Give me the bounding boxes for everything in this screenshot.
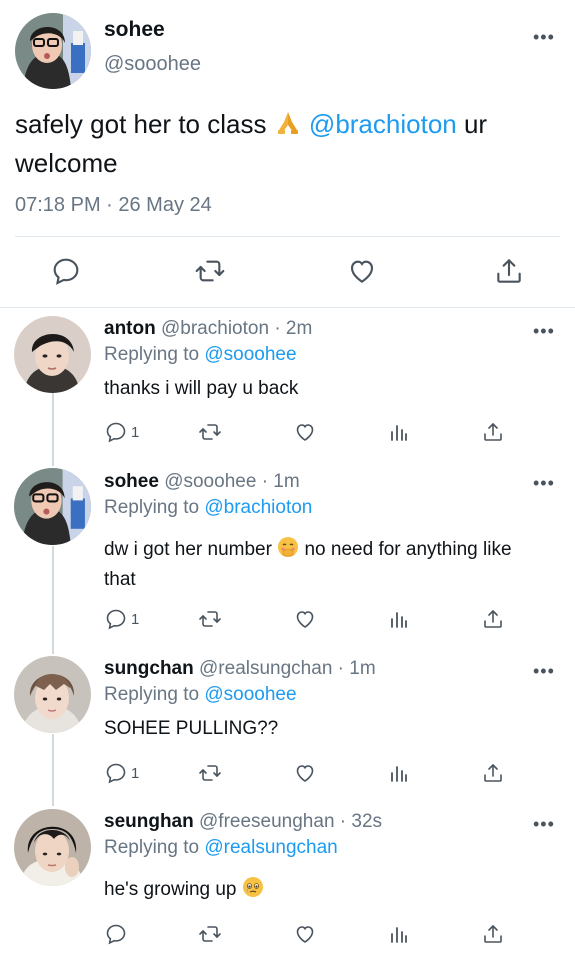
main-tweet: sohee @sooohee ••• safely got her to cla… — [0, 0, 575, 308]
replying-to: Replying to @realsungchan — [104, 837, 338, 859]
reply-time: · 1m — [337, 658, 376, 679]
replying-to-link[interactable]: @brachioton — [204, 497, 312, 518]
author-handle[interactable]: @freeseunghan — [199, 811, 335, 832]
tweet-timestamp[interactable]: 07:18 PM · 26 May 24 — [15, 194, 212, 217]
author-handle[interactable]: @brachioton — [161, 318, 269, 339]
divider — [15, 236, 560, 237]
tweet-text-part: safely got her to class — [15, 109, 274, 139]
author-name[interactable]: sohee — [104, 18, 165, 42]
reply-icon — [106, 422, 126, 443]
reply-time: · 1m — [261, 471, 300, 492]
avatar-image — [15, 13, 91, 89]
share-icon[interactable] — [481, 419, 505, 445]
share-icon[interactable] — [481, 606, 505, 632]
reply-button[interactable]: 1 — [104, 760, 139, 786]
reply-count: 1 — [131, 423, 140, 441]
reply-tweet: sohee @sooohee · 1m ••• Replying to @bra… — [0, 466, 575, 646]
avatar-image — [14, 656, 91, 733]
analytics-icon[interactable] — [387, 921, 411, 947]
avatar[interactable] — [14, 468, 91, 545]
more-options-icon[interactable]: ••• — [533, 322, 555, 340]
reply-header: anton @brachioton · 2m — [104, 318, 312, 340]
author-handle[interactable]: @realsungchan — [199, 658, 332, 679]
reply-header: seunghan @freeseunghan · 32s — [104, 811, 382, 833]
reply-text: thanks i will pay u back — [104, 378, 299, 399]
reply-text-part: dw i got her number — [104, 539, 278, 560]
tweet-text: safely got her to class @brachioton ur w… — [15, 106, 560, 181]
reply-button[interactable]: 1 — [104, 606, 139, 632]
author-name[interactable]: seunghan — [104, 811, 194, 832]
author-name[interactable]: sungchan — [104, 658, 194, 679]
analytics-icon[interactable] — [387, 760, 411, 786]
analytics-icon[interactable] — [387, 419, 411, 445]
retweet-icon[interactable] — [194, 255, 226, 287]
analytics-icon[interactable] — [387, 606, 411, 632]
reply-icon — [106, 609, 126, 630]
reply-text: dw i got her number no need for anything… — [104, 536, 544, 593]
face-holding-back-tears-emoji-icon — [242, 876, 264, 906]
like-icon[interactable] — [293, 419, 317, 445]
reply-time: · 2m — [274, 318, 313, 339]
reply-count: 1 — [131, 610, 140, 628]
reply-icon[interactable] — [50, 255, 82, 287]
replying-to: Replying to @sooohee — [104, 684, 297, 706]
reply-tweet: sungchan @realsungchan · 1m ••• Replying… — [0, 654, 575, 799]
mention-link[interactable]: @brachioton — [309, 109, 457, 139]
like-icon[interactable] — [346, 255, 378, 287]
retweet-icon[interactable] — [198, 760, 222, 786]
retweet-icon[interactable] — [198, 606, 222, 632]
reply-count: 1 — [131, 764, 140, 782]
reply-tweet: anton @brachioton · 2m ••• Replying to @… — [0, 314, 575, 459]
avatar-image — [14, 809, 91, 886]
avatar[interactable] — [14, 316, 91, 393]
share-icon[interactable] — [481, 921, 505, 947]
more-options-icon[interactable]: ••• — [533, 28, 555, 46]
share-icon[interactable] — [493, 255, 525, 287]
replying-to-label: Replying to — [104, 837, 200, 858]
reply-button[interactable]: 1 — [104, 419, 139, 445]
replying-to: Replying to @sooohee — [104, 344, 297, 366]
replying-to-label: Replying to — [104, 344, 200, 365]
replying-to-link[interactable]: @realsungchan — [204, 837, 337, 858]
author-handle[interactable]: @sooohee — [104, 53, 201, 76]
replying-to-link[interactable]: @sooohee — [204, 344, 296, 365]
more-options-icon[interactable]: ••• — [533, 662, 555, 680]
share-icon[interactable] — [481, 760, 505, 786]
author-name[interactable]: sohee — [104, 471, 159, 492]
reply-icon — [106, 763, 126, 784]
replying-to: Replying to @brachioton — [104, 497, 312, 519]
reply-text: he's growing up — [104, 876, 554, 906]
avatar[interactable] — [14, 809, 91, 886]
avatar[interactable] — [14, 656, 91, 733]
avatar[interactable] — [15, 13, 91, 89]
folded-hands-emoji-icon — [274, 108, 302, 145]
reply-icon — [106, 924, 126, 945]
more-options-icon[interactable]: ••• — [533, 815, 555, 833]
smiling-face-hand-over-mouth-emoji-icon — [277, 536, 299, 566]
reply-tweet: seunghan @freeseunghan · 32s ••• Replyin… — [0, 807, 575, 957]
avatar-image — [14, 316, 91, 393]
reply-text: SOHEE PULLING?? — [104, 718, 279, 739]
replying-to-link[interactable]: @sooohee — [204, 684, 296, 705]
reply-button[interactable] — [104, 921, 131, 947]
reply-header: sungchan @realsungchan · 1m — [104, 658, 376, 680]
reply-header: sohee @sooohee · 1m — [104, 471, 300, 493]
like-icon[interactable] — [293, 921, 317, 947]
divider — [0, 307, 575, 308]
more-options-icon[interactable]: ••• — [533, 474, 555, 492]
author-handle[interactable]: @sooohee — [164, 471, 256, 492]
avatar-image — [14, 468, 91, 545]
retweet-icon[interactable] — [198, 921, 222, 947]
replying-to-label: Replying to — [104, 684, 200, 705]
like-icon[interactable] — [293, 606, 317, 632]
replying-to-label: Replying to — [104, 497, 200, 518]
author-name[interactable]: anton — [104, 318, 156, 339]
reply-time: · 32s — [339, 811, 383, 832]
reply-text-part: he's growing up — [104, 879, 242, 900]
like-icon[interactable] — [293, 760, 317, 786]
retweet-icon[interactable] — [198, 419, 222, 445]
